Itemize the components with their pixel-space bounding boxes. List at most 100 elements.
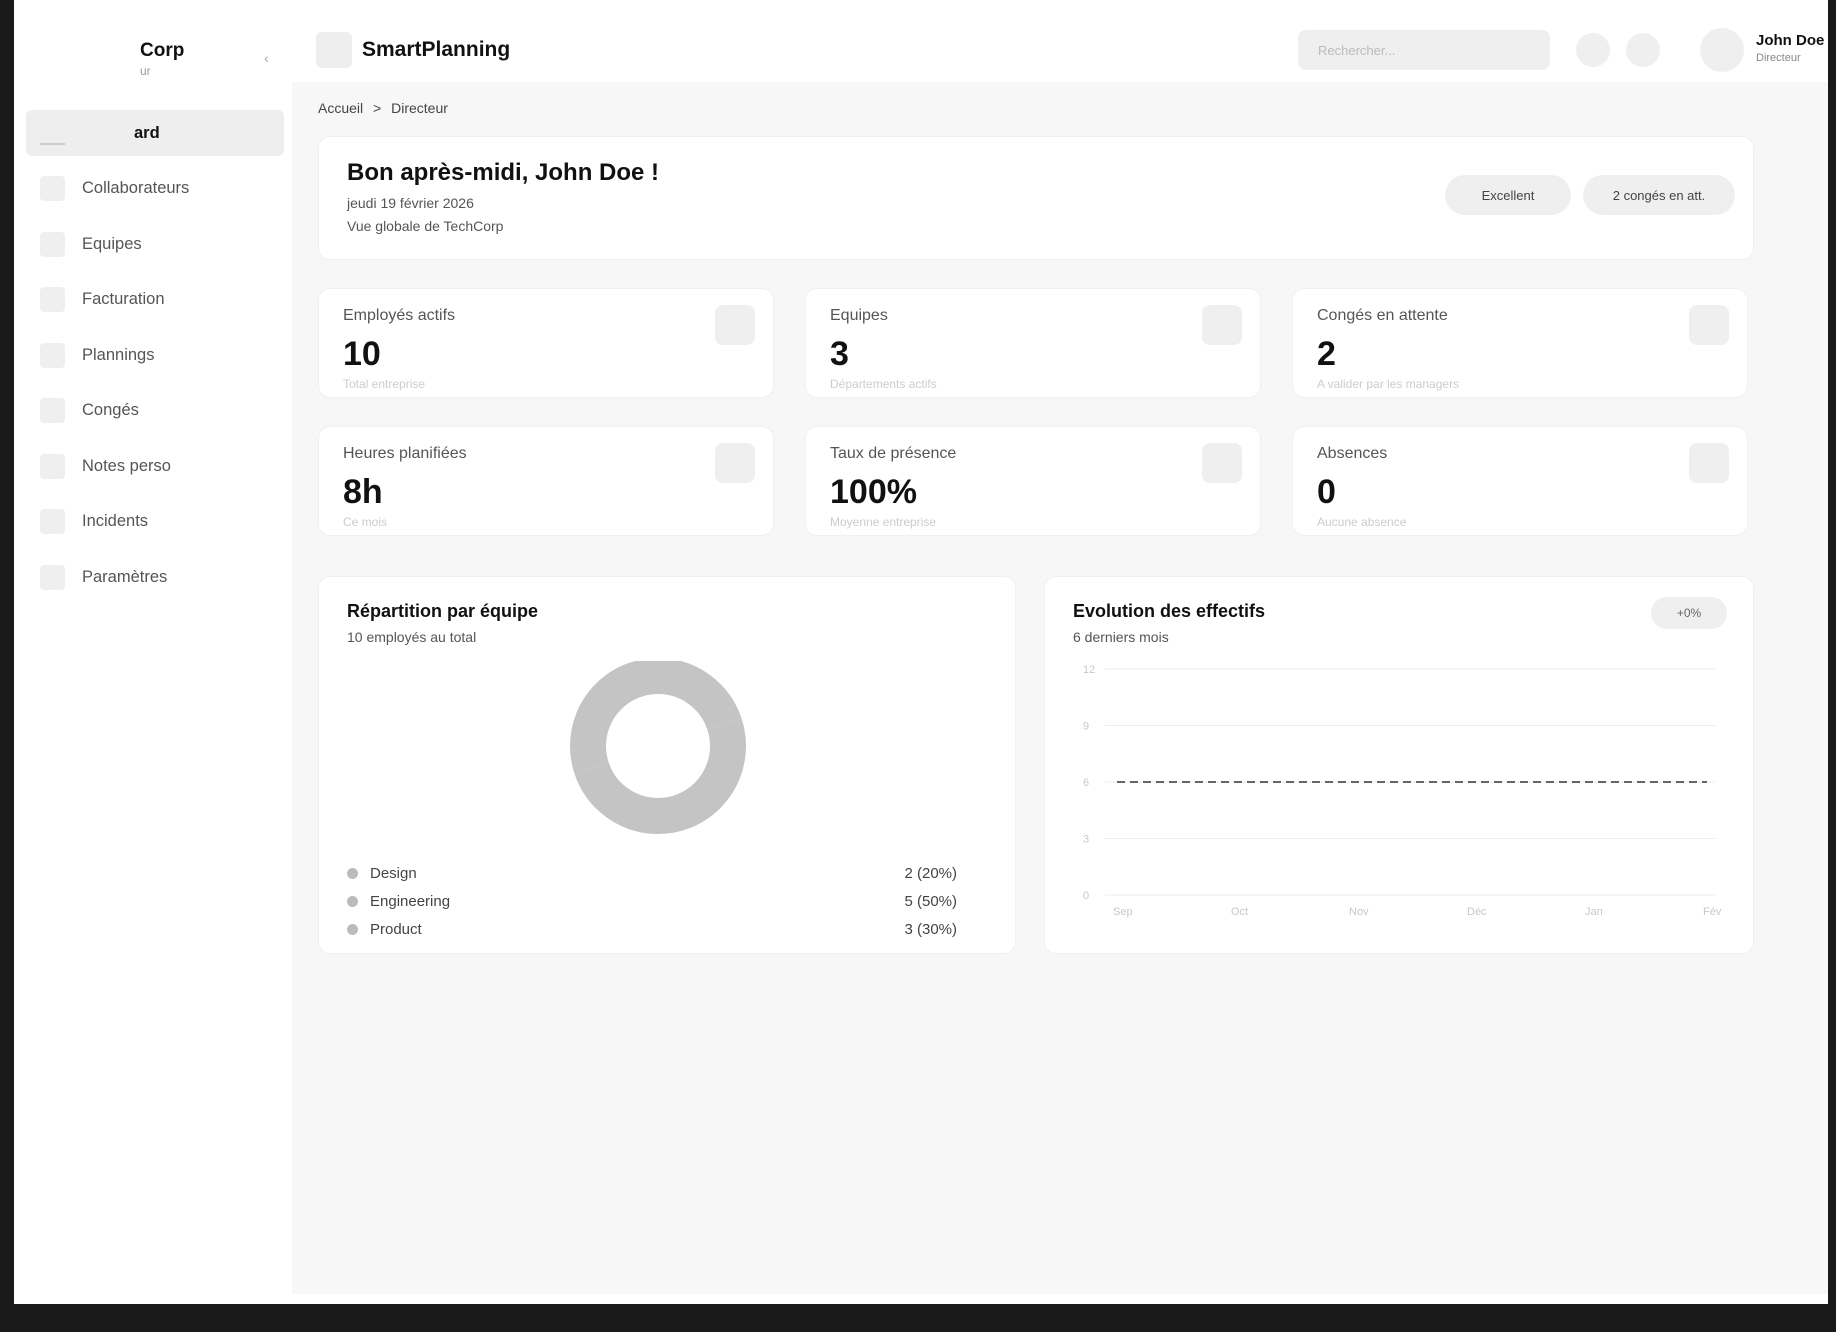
avatar[interactable] (1700, 28, 1744, 72)
stat-label: Taux de présence (830, 445, 957, 462)
stat-label: Heures planifiées (343, 445, 467, 462)
sidebar-item-plannings[interactable]: Plannings (26, 332, 284, 378)
notifications-icon[interactable] (1576, 33, 1610, 67)
sidebar-item-label: Paramètres (82, 567, 168, 586)
leave-icon (40, 398, 65, 423)
calendar-icon (40, 342, 65, 368)
window-border-right (1828, 0, 1836, 1306)
y-tick-label: 9 (1083, 721, 1089, 733)
stat-card-absences: Absences 0 Aucune absence (1292, 426, 1748, 536)
breadcrumb-home[interactable]: Accueil (318, 100, 363, 116)
team-icon (40, 231, 65, 257)
brand-role: ur (140, 64, 151, 78)
theme-toggle-icon[interactable] (1626, 33, 1660, 67)
sidebar-item-label: Facturation (82, 290, 165, 308)
legend-value: 3 (30%) (904, 921, 957, 938)
y-tick-label: 0 (1083, 890, 1089, 902)
clock-icon (715, 443, 755, 483)
welcome-subtitle: Vue globale de TechCorp (347, 218, 504, 234)
sidebar-item-label: Equipes (82, 234, 142, 253)
window-border-left (0, 0, 14, 1306)
sidebar-item-collaborateurs[interactable]: Collaborateurs (26, 166, 284, 212)
x-tick-label: Jan (1585, 906, 1603, 918)
dashboard-icon (40, 131, 65, 145)
sidebar-item-notes-perso[interactable]: Notes perso (26, 443, 284, 489)
breadcrumb-separator: > (373, 100, 382, 116)
sidebar-item-parametres[interactable]: Paramètres (26, 554, 284, 600)
breadcrumb-current: Directeur (391, 100, 448, 116)
x-tick-label: Oct (1231, 906, 1248, 918)
stat-label: Employés actifs (343, 307, 456, 324)
app-window: Corp ur ‹ ard Collaborateurs Equipes Fac… (0, 0, 1836, 1332)
stat-value: 2 (1317, 335, 1336, 373)
x-tick-label: Fév (1703, 906, 1722, 918)
trend-badge: +0% (1651, 597, 1727, 629)
sidebar-item-dashboard[interactable]: ard (26, 110, 284, 156)
pending-leaves-badge[interactable]: 2 congés en att. (1583, 175, 1735, 215)
chart-title: Evolution des effectifs (1073, 601, 1266, 621)
app-logo-icon (316, 32, 352, 68)
settings-icon (40, 564, 65, 590)
brand-name: Corp (140, 40, 185, 61)
sidebar-item-label: Collaborateurs (82, 179, 190, 197)
stat-label: Equipes (830, 307, 888, 324)
app-title: SmartPlanning (362, 38, 511, 61)
main-content: Accueil > Directeur Bon après-midi, John… (292, 82, 1828, 1294)
y-tick-label: 6 (1083, 777, 1089, 789)
legend-dot (347, 896, 358, 907)
user-role: Directeur (1756, 52, 1801, 64)
stat-label: Congés en attente (1317, 307, 1448, 324)
welcome-title: Bon après-midi, John Doe ! (347, 159, 660, 186)
billing-icon (40, 287, 65, 312)
breadcrumb: Accueil > Directeur (318, 100, 454, 116)
legend-label: Engineering (370, 893, 451, 910)
team-icon (1202, 305, 1242, 345)
y-tick-label: 3 (1083, 834, 1089, 846)
x-tick-label: Déc (1467, 906, 1487, 918)
search-input[interactable] (1298, 30, 1550, 70)
sidebar-item-label: Notes perso (82, 456, 171, 475)
sidebar-item-label: Incidents (82, 512, 149, 530)
users-icon (40, 176, 65, 201)
leave-icon (1689, 305, 1729, 345)
stat-value: 0 (1317, 473, 1336, 511)
stat-subtitle: Moyenne entreprise (830, 515, 937, 529)
stat-subtitle: A valider par les managers (1317, 377, 1460, 391)
stat-card-attendance-rate: Taux de présence 100% Moyenne entreprise (805, 426, 1261, 536)
status-badge[interactable]: Excellent (1445, 175, 1571, 215)
user-name[interactable]: John Doe (1756, 32, 1824, 49)
sidebar-nav: ard Collaborateurs Equipes Facturation P… (26, 110, 284, 610)
collapse-sidebar-icon[interactable]: ‹ (264, 50, 269, 66)
legend-label: Product (370, 921, 422, 938)
window-border-bottom (0, 1304, 1836, 1332)
incident-icon (40, 509, 65, 534)
stat-value: 8h (343, 473, 383, 511)
team-distribution-card: Répartition par équipe 10 employés au to… (318, 576, 1016, 954)
users-icon (715, 305, 755, 345)
chart-icon (1202, 443, 1242, 483)
stat-value: 3 (830, 335, 849, 373)
legend-dot (347, 868, 358, 879)
stat-card-active-employees: Employés actifs 10 Total entreprise (318, 288, 774, 398)
sidebar-item-conges[interactable]: Congés (26, 388, 284, 434)
chart-subtitle: 6 derniers mois (1073, 629, 1169, 645)
sidebar-item-incidents[interactable]: Incidents (26, 499, 284, 545)
donut-chart (570, 661, 746, 834)
legend-item-product: Product 3 (30%) (347, 921, 957, 938)
notes-icon (40, 453, 65, 479)
legend-item-design: Design 2 (20%) (347, 865, 957, 882)
welcome-card: Bon après-midi, John Doe ! jeudi 19 févr… (318, 136, 1754, 260)
sidebar-item-facturation[interactable]: Facturation (26, 277, 284, 323)
stat-card-teams: Equipes 3 Départements actifs (805, 288, 1261, 398)
line-chart: 12 9 6 3 0 Sep Oct Nov Déc Jan Fév (1083, 664, 1722, 918)
chart-subtitle: 10 employés au total (347, 629, 477, 645)
legend-dot (347, 924, 358, 935)
stat-value: 100% (830, 473, 917, 511)
welcome-date: jeudi 19 février 2026 (347, 195, 474, 211)
stat-value: 10 (343, 335, 381, 373)
sidebar-item-label: Plannings (82, 345, 155, 364)
stat-card-planned-hours: Heures planifiées 8h Ce mois (318, 426, 774, 536)
sidebar-item-equipes[interactable]: Equipes (26, 221, 284, 267)
legend-value: 5 (50%) (904, 893, 957, 910)
legend-value: 2 (20%) (904, 865, 957, 882)
